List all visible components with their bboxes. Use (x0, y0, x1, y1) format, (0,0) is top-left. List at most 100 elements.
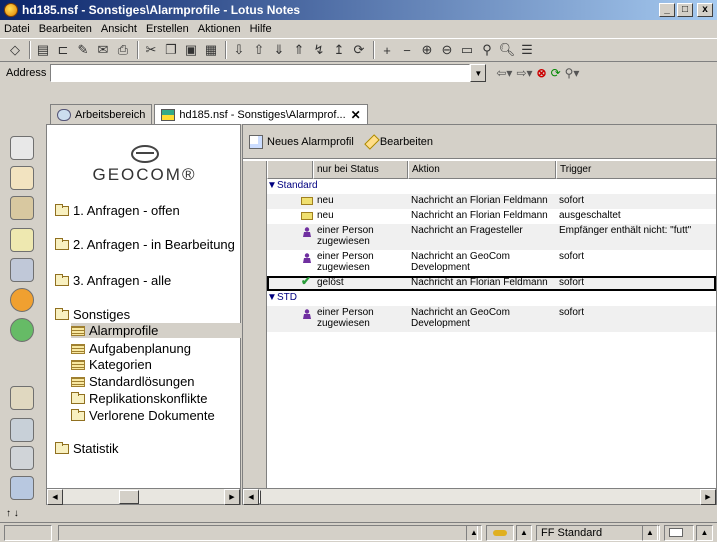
nav-item-sonstiges[interactable]: Sonstiges (55, 307, 130, 322)
table-row[interactable]: einer Person zugewiesen Nachricht an Geo… (267, 306, 716, 332)
menu-hilfe[interactable]: Hilfe (250, 23, 272, 35)
expand-all-icon[interactable]: ⊕ (418, 41, 436, 59)
scroll-thumb[interactable] (119, 490, 139, 504)
nav-item-statistik[interactable]: Statistik (55, 441, 119, 456)
nav-item-standardloesungen[interactable]: Standardlösungen (71, 374, 195, 389)
table-row[interactable]: ✔ gelöst Nachricht an Florian Feldmann s… (267, 275, 716, 291)
location-popup-up-icon[interactable]: ▲ (642, 525, 658, 541)
menu-ansicht[interactable]: Ansicht (101, 23, 137, 35)
nav-item-anfragen-in-bearbeitung[interactable]: 2. Anfragen - in Bearbeitung (55, 237, 235, 252)
print-icon[interactable]: ⎙ (114, 41, 132, 59)
minimize-button[interactable]: _ (659, 3, 675, 17)
nav-item-anfragen-alle[interactable]: 3. Anfragen - alle (55, 273, 171, 288)
search-icon[interactable]: 🔍︎ (498, 41, 516, 59)
navigator-icon[interactable]: ◇ (6, 41, 24, 59)
mail-icon[interactable]: ✉ (94, 41, 112, 59)
replicator-bookmark-icon[interactable] (10, 258, 34, 282)
edit-icon[interactable]: ✎ (74, 41, 92, 59)
favorites-folder-icon[interactable] (10, 386, 34, 410)
menu-bearbeiten[interactable]: Bearbeiten (39, 23, 92, 35)
nav-item-replikationskonflikte[interactable]: Replikationskonflikte (71, 391, 208, 406)
calendar-bookmark-icon[interactable] (10, 166, 34, 190)
bookmark-scroll-arrows[interactable]: ↑ ↓ (6, 508, 19, 519)
refresh-page-icon[interactable]: ⟳ (551, 66, 561, 80)
next-icon[interactable]: ⇩ (230, 41, 248, 59)
menu-datei[interactable]: Datei (4, 23, 30, 35)
forward-arrow-icon[interactable]: ⇨▾ (516, 66, 532, 80)
nav-item-anfragen-offen[interactable]: 1. Anfragen - offen (55, 203, 180, 218)
navigator-hscrollbar[interactable]: ◀ ▶ (47, 488, 240, 505)
databases-folder-icon[interactable] (10, 418, 34, 442)
tab-arbeitsbereich[interactable]: Arbeitsbereich (50, 104, 153, 124)
todo-bookmark-icon[interactable] (10, 228, 34, 252)
scroll-right-icon[interactable]: ▶ (700, 489, 716, 505)
close-tab-icon[interactable]: ✕ (351, 108, 361, 122)
category-row-std[interactable]: ▼ STD (267, 291, 716, 306)
menu-erstellen[interactable]: Erstellen (146, 23, 189, 35)
maximize-button[interactable]: □ (677, 3, 693, 17)
previous-icon[interactable]: ⇧ (250, 41, 268, 59)
key-popup-up-icon[interactable]: ▲ (516, 525, 532, 541)
table-row[interactable]: einer Person zugewiesen Nachricht an Geo… (267, 250, 716, 276)
properties-icon[interactable]: ☰ (518, 41, 536, 59)
key-icon[interactable] (486, 525, 514, 541)
nav-item-aufgabenplanung[interactable]: Aufgabenplanung (71, 341, 191, 356)
cut-icon[interactable]: ✂ (142, 41, 160, 59)
address-input[interactable] (50, 64, 471, 82)
collapse-icon[interactable]: − (398, 41, 416, 59)
open-icon[interactable]: ⊏ (54, 41, 72, 59)
cell-trigger: ausgeschaltet (559, 210, 621, 221)
database-bookmark-icon[interactable] (10, 476, 34, 500)
collapse-all-icon[interactable]: ⊖ (438, 41, 456, 59)
show-preview-icon[interactable]: ▭ (458, 41, 476, 59)
collapse-triangle-icon[interactable]: ▼ (267, 292, 277, 303)
search-web-icon[interactable]: ⚲▾ (565, 66, 580, 80)
web-bookmark-icon[interactable] (10, 288, 34, 312)
search-binoculars-icon[interactable]: ⚲ (478, 41, 496, 59)
paste-icon[interactable]: ▣ (182, 41, 200, 59)
collapse-triangle-icon[interactable]: ▼ (267, 180, 277, 191)
scroll-left-icon[interactable]: ◀ (243, 489, 259, 505)
previous-unread-icon[interactable]: ↥ (330, 41, 348, 59)
status-popup-up-icon[interactable]: ▲ (466, 525, 482, 541)
expand-icon[interactable]: + (378, 41, 396, 59)
table-row[interactable]: neu Nachricht an Florian Feldmann ausges… (267, 209, 716, 224)
mail-bookmark-icon[interactable] (10, 136, 34, 160)
edit-button[interactable]: Bearbeiten (364, 133, 433, 150)
address-book-bookmark-icon[interactable] (10, 196, 34, 220)
refresh-icon[interactable]: ⟳ (350, 41, 368, 59)
next-unread-icon[interactable]: ↯ (310, 41, 328, 59)
table-row[interactable]: einer Person zugewiesen Nachricht an Fra… (267, 224, 716, 250)
next-main-icon[interactable]: ⇓ (270, 41, 288, 59)
new-alarm-profile-button[interactable]: Neues Alarmprofil (249, 134, 354, 149)
view-hscrollbar[interactable]: ◀ ▶ (243, 488, 716, 505)
internet-bookmark-icon[interactable] (10, 318, 34, 342)
menu-aktionen[interactable]: Aktionen (198, 23, 241, 35)
cell-aktion: Nachricht an GeoCom Development (411, 251, 510, 273)
scroll-left-icon[interactable]: ◀ (47, 489, 63, 505)
stop-icon[interactable]: ⊗ (537, 66, 547, 80)
more-bookmarks-icon[interactable] (10, 446, 34, 470)
nav-item-kategorien[interactable]: Kategorien (71, 357, 152, 372)
nav-item-verlorene-dokumente[interactable]: Verlorene Dokumente (71, 408, 215, 423)
table-row[interactable]: neu Nachricht an Florian Feldmann sofort (267, 194, 716, 209)
back-arrow-icon[interactable]: ⇦▾ (496, 66, 512, 80)
tab-database[interactable]: hd185.nsf - Sonstiges\Alarmprof... ✕ (154, 104, 368, 124)
address-dropdown-icon[interactable]: ▼ (470, 64, 487, 82)
nav-item-alarmprofile[interactable]: Alarmprofile (71, 323, 241, 338)
status-indicator-field[interactable] (4, 525, 52, 541)
mail-popup-up-icon[interactable]: ▲ (696, 525, 713, 541)
column-header-trigger[interactable]: Trigger (556, 161, 716, 179)
scroll-thumb[interactable] (259, 490, 261, 504)
save-icon[interactable]: ▤ (34, 41, 52, 59)
copy-icon[interactable]: ❐ (162, 41, 180, 59)
category-row-standard[interactable]: ▼ Standard (267, 179, 716, 194)
icon-column-header[interactable] (267, 161, 313, 179)
copy-link-icon[interactable]: ▦ (202, 41, 220, 59)
previous-main-icon[interactable]: ⇑ (290, 41, 308, 59)
close-button[interactable]: x (697, 3, 713, 17)
scroll-right-icon[interactable]: ▶ (224, 489, 240, 505)
column-header-status[interactable]: nur bei Status (313, 161, 408, 179)
mail-status-icon[interactable] (664, 525, 694, 541)
column-header-aktion[interactable]: Aktion (408, 161, 556, 179)
